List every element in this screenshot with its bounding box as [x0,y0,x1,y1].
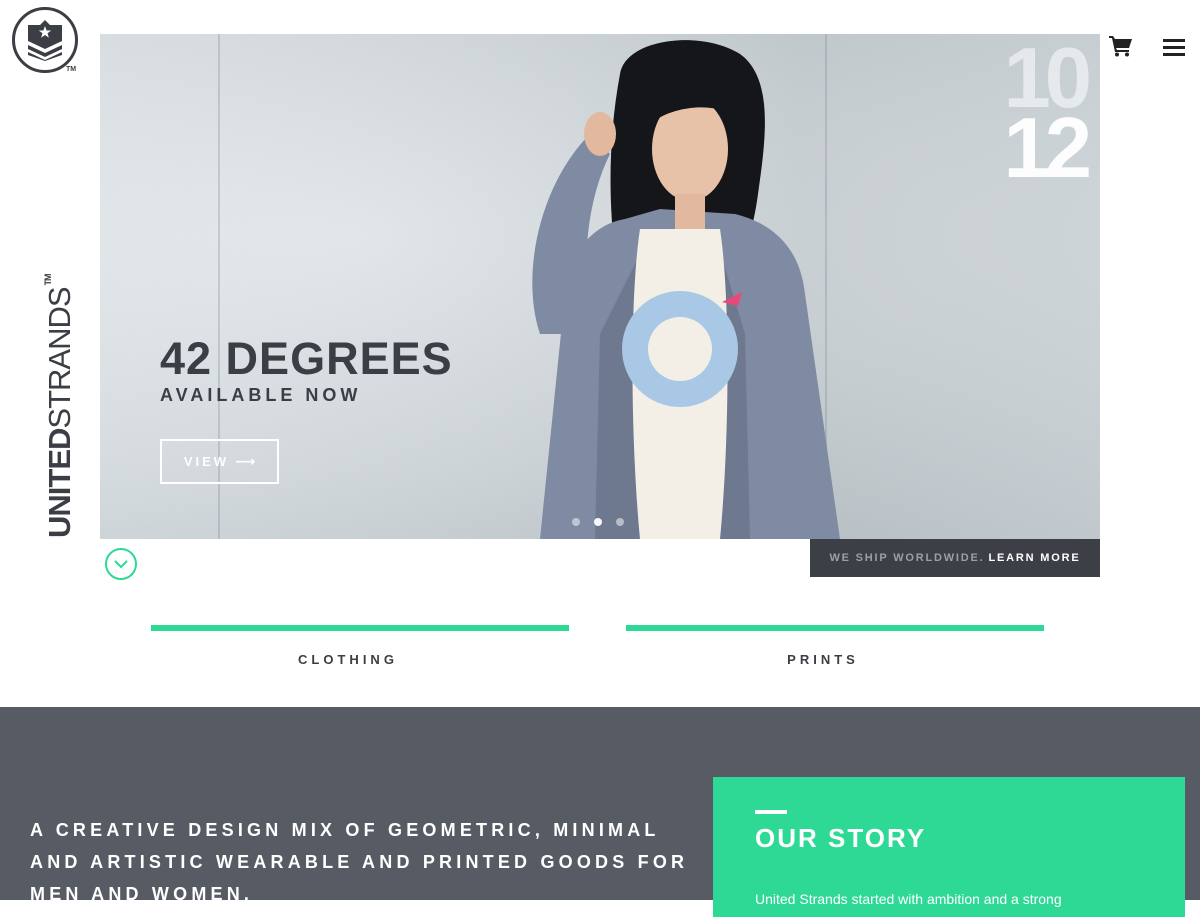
logo[interactable] [12,7,78,73]
view-button-label: VIEW [183,454,230,469]
shipping-banner: WE SHIP WORLDWIDE. LEARN MORE [810,539,1100,577]
hero-title: 42 DEGREES [160,333,453,384]
brand-name-bold: UNITED [42,428,77,538]
learn-more-link[interactable]: LEARN MORE [989,552,1081,564]
our-story-panel: OUR STORY United Strands started with am… [713,777,1185,917]
slider-dot[interactable] [572,518,580,526]
category-bar-clothing [151,625,569,631]
hamburger-menu-icon[interactable] [1163,39,1185,56]
brand-trademark: TM [43,274,53,286]
story-title: OUR STORY [755,823,927,853]
view-button[interactable]: VIEW ⟶ [160,439,279,484]
slider-dots [572,518,624,526]
brand-name-light: STRANDS [42,287,77,429]
hero-slider[interactable]: 10 12 42 DEGREES AVAILABLE NOW VIEW ⟶ [100,34,1100,539]
about-section: A CREATIVE DESIGN MIX OF GEOMETRIC, MINI… [0,707,1200,917]
category-link-prints[interactable]: PRINTS [626,652,1020,667]
chevron-badge-icon [28,20,62,61]
hero-subtitle: AVAILABLE NOW [160,385,362,405]
model-photo [532,40,840,539]
shopping-cart-icon[interactable] [1109,35,1133,57]
arrow-right-icon: ⟶ [235,453,256,469]
big-number-bottom: 12 [1003,100,1092,196]
story-text: United Strands started with ambition and… [755,891,1062,907]
shipping-text: WE SHIP WORLDWIDE. [829,552,985,564]
category-link-clothing[interactable]: CLOTHING [151,652,545,667]
slider-dot-active[interactable] [594,518,602,526]
scroll-down-button[interactable] [105,548,137,580]
logo-trademark: TM [66,66,77,73]
story-accent-line [755,810,787,814]
slider-dot[interactable] [616,518,624,526]
chevron-down-icon [114,560,128,569]
tagline: A CREATIVE DESIGN MIX OF GEOMETRIC, MINI… [30,820,689,904]
big-number-graphic: 10 12 [1003,36,1092,196]
category-bar-prints [626,625,1044,631]
brand-wordmark: UNITEDSTRANDSTM [42,274,77,538]
